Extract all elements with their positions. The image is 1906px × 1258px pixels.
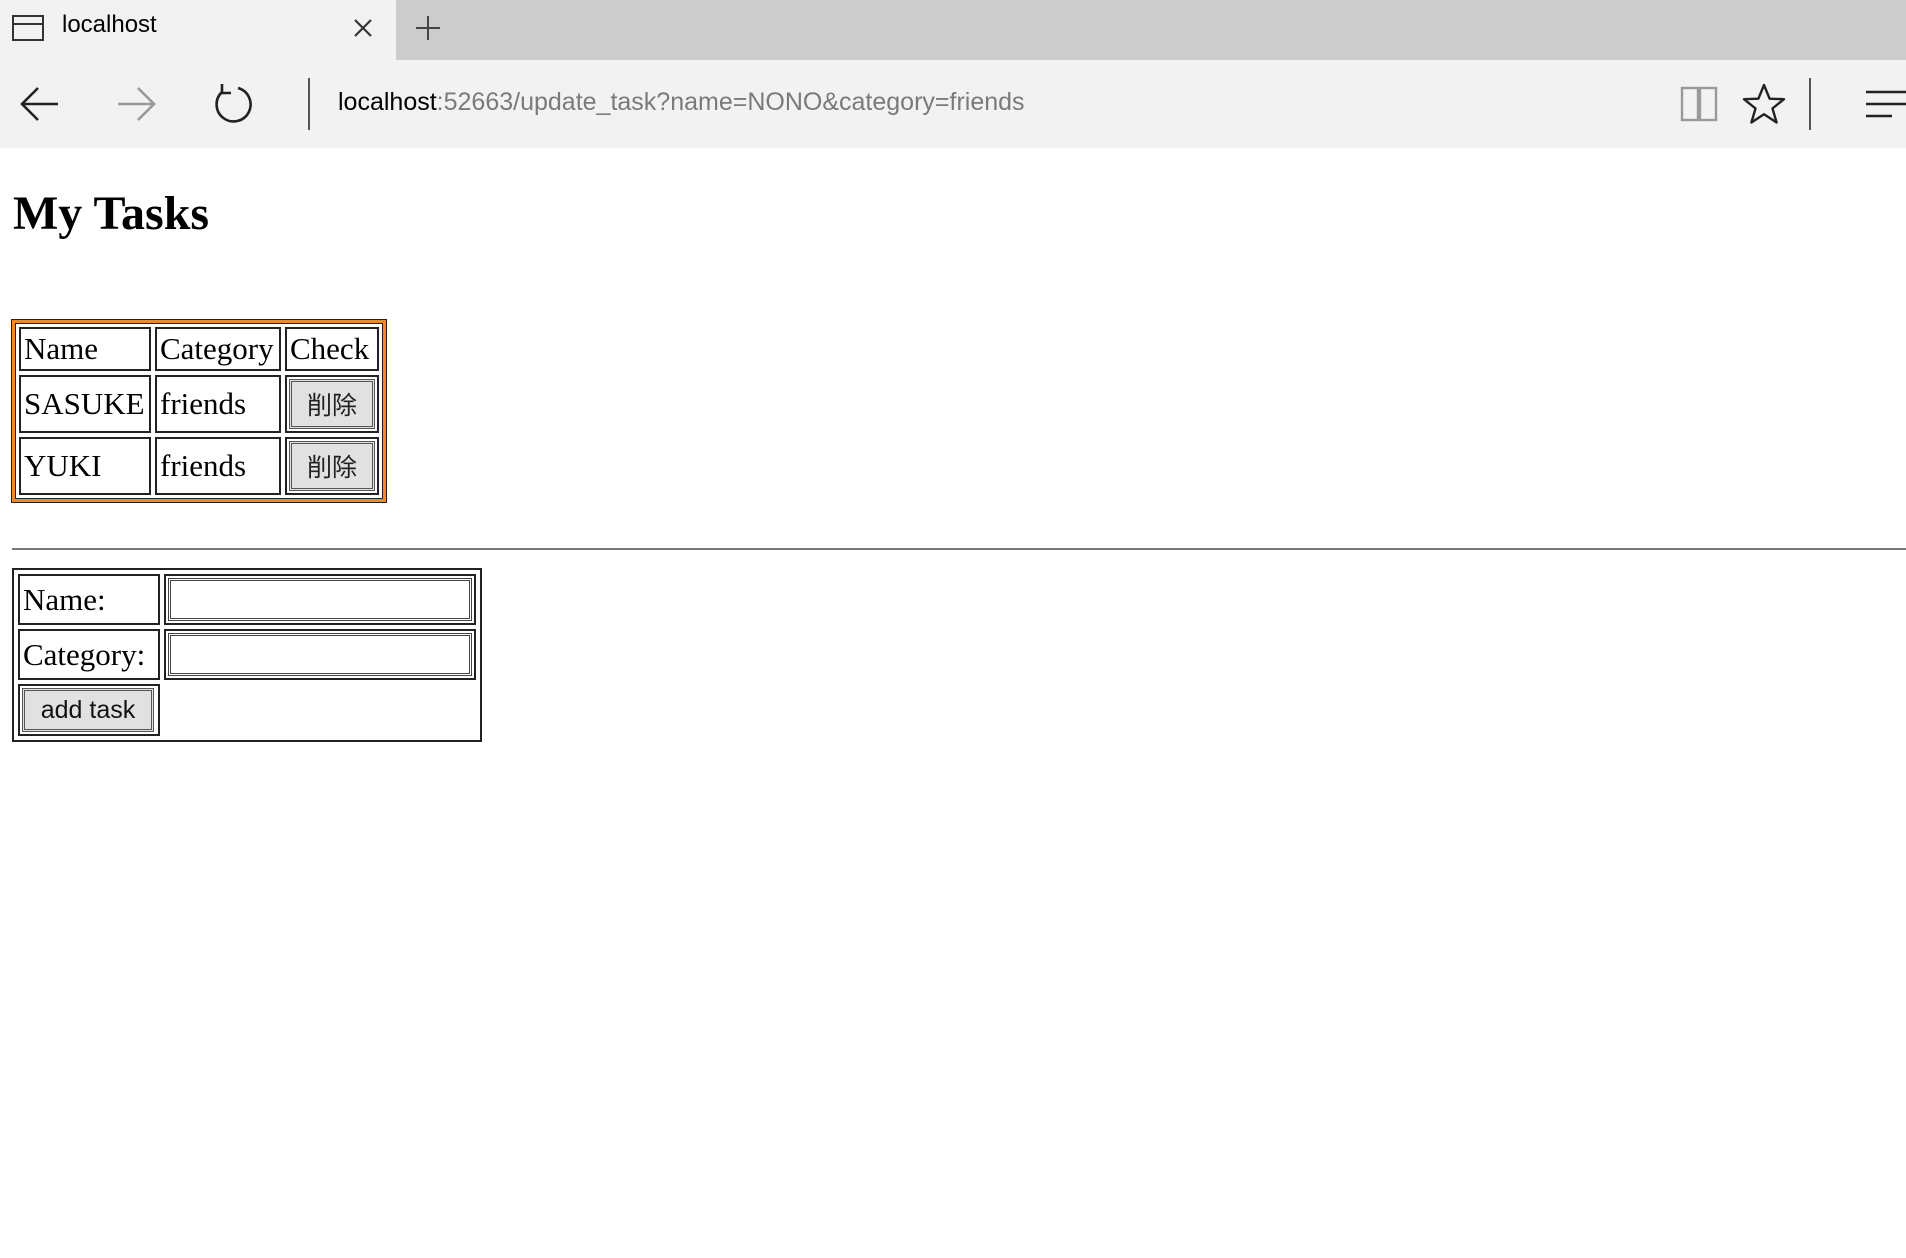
form-row-submit: add task [18, 684, 476, 736]
tab-bar: localhost [0, 0, 1906, 60]
name-label: Name: [18, 574, 160, 625]
browser-tab[interactable]: localhost [0, 0, 396, 60]
task-action-cell: 削除 [285, 375, 379, 433]
submit-cell: add task [18, 684, 160, 736]
address-divider [308, 78, 310, 130]
task-category: friends [155, 437, 281, 495]
task-category: friends [155, 375, 281, 433]
toolbar-divider [1809, 78, 1811, 130]
table-row: SASUKE friends 削除 [19, 375, 379, 433]
form-row-name: Name: [18, 574, 476, 625]
menu-lines-icon[interactable] [1862, 86, 1906, 122]
arrow-left-icon[interactable] [16, 82, 64, 126]
empty-cell [164, 684, 476, 736]
form-row-category: Category: [18, 629, 476, 680]
name-input-cell [164, 574, 476, 625]
address-bar: localhost:52663/update_task?name=NONO&ca… [0, 60, 1906, 148]
category-label: Category: [18, 629, 160, 680]
star-icon[interactable] [1740, 80, 1788, 128]
horizontal-rule [12, 548, 1906, 550]
header-check: Check [285, 327, 379, 371]
task-action-cell: 削除 [285, 437, 379, 495]
delete-button[interactable]: 削除 [289, 441, 375, 491]
add-task-form: Name: Category: add task [12, 568, 482, 742]
header-name: Name [19, 327, 151, 371]
refresh-icon[interactable] [208, 82, 256, 126]
tab-title: localhost [62, 11, 157, 38]
close-icon[interactable] [345, 10, 381, 46]
url-field[interactable]: localhost:52663/update_task?name=NONO&ca… [338, 88, 1025, 117]
delete-button[interactable]: 削除 [289, 379, 375, 429]
table-header-row: Name Category Check [19, 327, 379, 371]
plus-icon[interactable] [408, 8, 448, 48]
page-content: My Tasks Name Category Check SASUKE frie… [0, 148, 1906, 1258]
category-input-cell [164, 629, 476, 680]
task-name: SASUKE [19, 375, 151, 433]
arrow-right-icon[interactable] [112, 82, 160, 126]
add-task-button[interactable]: add task [22, 688, 154, 732]
category-input[interactable] [168, 633, 472, 676]
tab-page-icon [12, 15, 44, 41]
url-path: :52663/update_task?name=NONO&category=fr… [436, 88, 1025, 116]
task-name: YUKI [19, 437, 151, 495]
page-title: My Tasks [13, 187, 210, 240]
header-category: Category [155, 327, 281, 371]
url-host: localhost [338, 88, 437, 116]
book-icon[interactable] [1676, 82, 1724, 126]
name-input[interactable] [168, 578, 472, 621]
tasks-table: Name Category Check SASUKE friends 削除 YU… [12, 320, 386, 502]
table-row: YUKI friends 削除 [19, 437, 379, 495]
